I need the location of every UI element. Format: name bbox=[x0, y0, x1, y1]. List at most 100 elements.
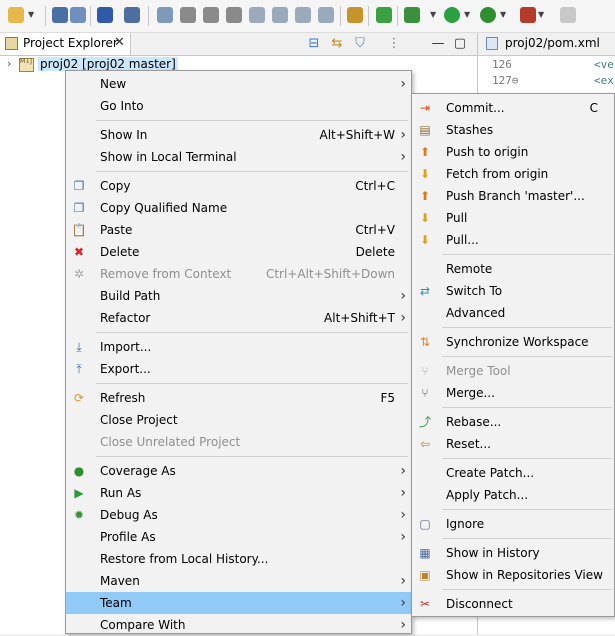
team-item-commit[interactable]: ⇥ Commit... C bbox=[412, 97, 614, 119]
menu-item-debug-as[interactable]: ✹ Debug As › bbox=[66, 504, 411, 526]
team-item-pull[interactable]: ⬇ Pull... bbox=[412, 229, 614, 251]
terminal-icon[interactable] bbox=[97, 7, 113, 23]
menu-item-profile-as[interactable]: Profile As › bbox=[66, 526, 411, 548]
repositories-icon: ▣ bbox=[419, 568, 431, 582]
team-item-synchronize-workspace[interactable]: ⇅ Synchronize Workspace bbox=[412, 331, 614, 353]
menu-item-maven[interactable]: Maven › bbox=[66, 570, 411, 592]
team-item-rebase[interactable]: ⤴ Rebase... bbox=[412, 411, 614, 433]
menu-item-refresh[interactable]: ⟳ Refresh F5 bbox=[66, 387, 411, 409]
team-item-stashes[interactable]: ▤ Stashes bbox=[412, 119, 614, 141]
terminate-icon[interactable] bbox=[203, 7, 219, 23]
submenu-arrow-icon: › bbox=[400, 76, 406, 92]
debug-icon[interactable] bbox=[404, 7, 420, 23]
menu-item-label: Refactor bbox=[100, 311, 151, 325]
menu-item-refactor[interactable]: Refactor Alt+Shift+T › bbox=[66, 307, 411, 329]
menu-item-close-project[interactable]: Close Project bbox=[66, 409, 411, 431]
collapse-all-icon[interactable]: ⊟ bbox=[306, 36, 322, 52]
link-editor-icon[interactable]: ⇆ bbox=[329, 36, 345, 52]
menu-item-label: Show in Local Terminal bbox=[100, 150, 237, 164]
project-explorer-tabbar: Project Explorer ✕ ⊟ ⇆ ⛉ ⋮ — ▢ bbox=[0, 33, 477, 56]
submenu-arrow-icon: › bbox=[400, 463, 406, 479]
menu-item-new[interactable]: New › bbox=[66, 73, 411, 95]
ignore-icon: ▢ bbox=[419, 517, 431, 531]
menu-item-show-in[interactable]: Show In Alt+Shift+W › bbox=[66, 124, 411, 146]
rebase-icon: ⤴ bbox=[418, 415, 431, 429]
menu-item-label: Profile As bbox=[100, 530, 156, 544]
coverage-icon[interactable] bbox=[480, 7, 496, 23]
menu-separator bbox=[96, 456, 408, 457]
view-menu-icon[interactable]: ⋮ bbox=[386, 36, 402, 52]
external-tools-icon[interactable] bbox=[520, 7, 536, 23]
expand-arrow-icon[interactable]: › bbox=[7, 57, 11, 70]
team-item-show-in-repositories-view[interactable]: ▣ Show in Repositories View bbox=[412, 564, 614, 586]
refresh-icon: ⟳ bbox=[73, 391, 85, 405]
team-item-advanced[interactable]: Advanced bbox=[412, 302, 614, 324]
team-item-ignore[interactable]: ▢ Ignore bbox=[412, 513, 614, 535]
menu-item-run-as[interactable]: ▶ Run As › bbox=[66, 482, 411, 504]
disconnect-icon[interactable] bbox=[226, 7, 242, 23]
tab-project-explorer[interactable]: Project Explorer ✕ bbox=[0, 33, 131, 55]
save-icon[interactable] bbox=[52, 7, 68, 23]
team-item-remote[interactable]: Remote bbox=[412, 258, 614, 280]
menu-item-label: Stashes bbox=[446, 123, 494, 137]
resume-icon[interactable] bbox=[157, 7, 173, 23]
step-over-icon[interactable] bbox=[272, 7, 288, 23]
run-icon[interactable] bbox=[444, 7, 460, 23]
submenu-arrow-icon: › bbox=[400, 573, 406, 589]
menu-item-paste[interactable]: 📋 Paste Ctrl+V bbox=[66, 219, 411, 241]
tab-pom-xml[interactable]: proj02/pom.xml bbox=[478, 33, 615, 56]
team-item-fetch-from-origin[interactable]: ⬇ Fetch from origin bbox=[412, 163, 614, 185]
menu-item-shortcut: Alt+Shift+W bbox=[319, 128, 396, 142]
push-branch-icon: ⬆ bbox=[419, 189, 431, 203]
team-item-merge[interactable]: ⑂ Merge... bbox=[412, 382, 614, 404]
step-into-icon[interactable] bbox=[249, 7, 265, 23]
toolbar-separator bbox=[90, 6, 91, 26]
coverage-icon: ● bbox=[73, 464, 85, 478]
menu-item-shortcut: Ctrl+C bbox=[355, 179, 395, 193]
dropdown-arrow-icon[interactable]: ▼ bbox=[538, 10, 544, 19]
stop-icon[interactable] bbox=[560, 7, 576, 23]
team-item-push-to-origin[interactable]: ⬆ Push to origin bbox=[412, 141, 614, 163]
team-item-pull[interactable]: ⬇ Pull bbox=[412, 207, 614, 229]
save-all-icon[interactable] bbox=[70, 7, 86, 23]
step-return-icon[interactable] bbox=[295, 7, 311, 23]
menu-item-label: Maven bbox=[100, 574, 140, 588]
menu-item-restore-from-local-history[interactable]: Restore from Local History... bbox=[66, 548, 411, 570]
team-item-apply-patch[interactable]: Apply Patch... bbox=[412, 484, 614, 506]
menu-item-show-in-local-terminal[interactable]: Show in Local Terminal › bbox=[66, 146, 411, 168]
menu-item-label: Merge... bbox=[446, 386, 495, 400]
menu-item-team[interactable]: Team › bbox=[66, 592, 411, 614]
team-item-switch-to[interactable]: ⇄ Switch To bbox=[412, 280, 614, 302]
menu-item-copy-qualified-name[interactable]: ❐ Copy Qualified Name bbox=[66, 197, 411, 219]
menu-item-export[interactable]: ⤒ Export... bbox=[66, 358, 411, 380]
filter-icon[interactable]: ⛉ bbox=[352, 36, 368, 52]
toggle-ant-icon[interactable] bbox=[347, 7, 363, 23]
team-item-disconnect[interactable]: ✂ Disconnect bbox=[412, 593, 614, 615]
menu-item-copy[interactable]: ❐ Copy Ctrl+C bbox=[66, 175, 411, 197]
menu-item-compare-with[interactable]: Compare With › bbox=[66, 614, 411, 636]
menu-item-coverage-as[interactable]: ● Coverage As › bbox=[66, 460, 411, 482]
maximize-icon[interactable]: ▢ bbox=[452, 36, 468, 52]
dropdown-arrow-icon[interactable]: ▼ bbox=[28, 10, 34, 19]
dropdown-arrow-icon[interactable]: ▼ bbox=[464, 10, 470, 19]
team-item-push-branch-master[interactable]: ⬆ Push Branch 'master'... bbox=[412, 185, 614, 207]
use-step-filters-icon[interactable] bbox=[318, 7, 334, 23]
menu-item-build-path[interactable]: Build Path › bbox=[66, 285, 411, 307]
team-item-create-patch[interactable]: Create Patch... bbox=[412, 462, 614, 484]
spring-icon[interactable] bbox=[376, 7, 392, 23]
menu-separator bbox=[442, 356, 612, 357]
toolbar-separator bbox=[397, 6, 398, 26]
team-item-reset[interactable]: ⇦ Reset... bbox=[412, 433, 614, 455]
minimize-icon[interactable]: — bbox=[430, 36, 446, 52]
menu-item-go-into[interactable]: Go Into bbox=[66, 95, 411, 117]
suspend-icon[interactable] bbox=[180, 7, 196, 23]
menu-item-shortcut: Ctrl+Alt+Shift+Down bbox=[265, 267, 395, 281]
dropdown-arrow-icon[interactable]: ▼ bbox=[430, 10, 436, 19]
dropdown-arrow-icon[interactable]: ▼ bbox=[500, 10, 506, 19]
close-icon[interactable]: ✕ bbox=[114, 35, 125, 50]
menu-item-delete[interactable]: ✖ Delete Delete bbox=[66, 241, 411, 263]
skip-breakpoints-icon[interactable] bbox=[124, 7, 140, 23]
menu-item-import[interactable]: ⤓ Import... bbox=[66, 336, 411, 358]
new-icon[interactable] bbox=[8, 7, 24, 23]
team-item-show-in-history[interactable]: ▦ Show in History bbox=[412, 542, 614, 564]
